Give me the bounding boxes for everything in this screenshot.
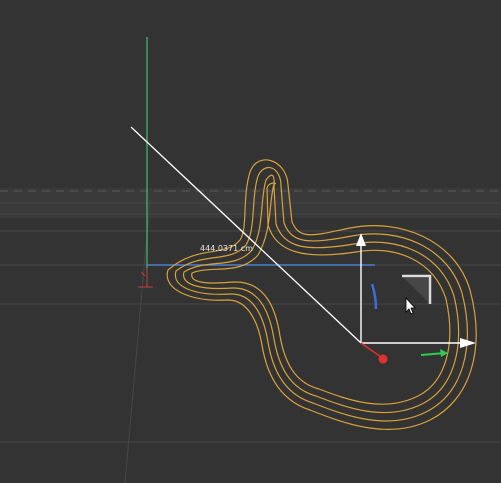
3d-viewport[interactable]: 444.0371 cm [0,0,501,483]
gizmo-z-knob[interactable] [378,354,388,364]
viewport-canvas[interactable]: 444.0371 cm [0,0,501,483]
measure-distance-label: 444.0371 cm [200,244,253,253]
viewport-background [0,0,501,483]
